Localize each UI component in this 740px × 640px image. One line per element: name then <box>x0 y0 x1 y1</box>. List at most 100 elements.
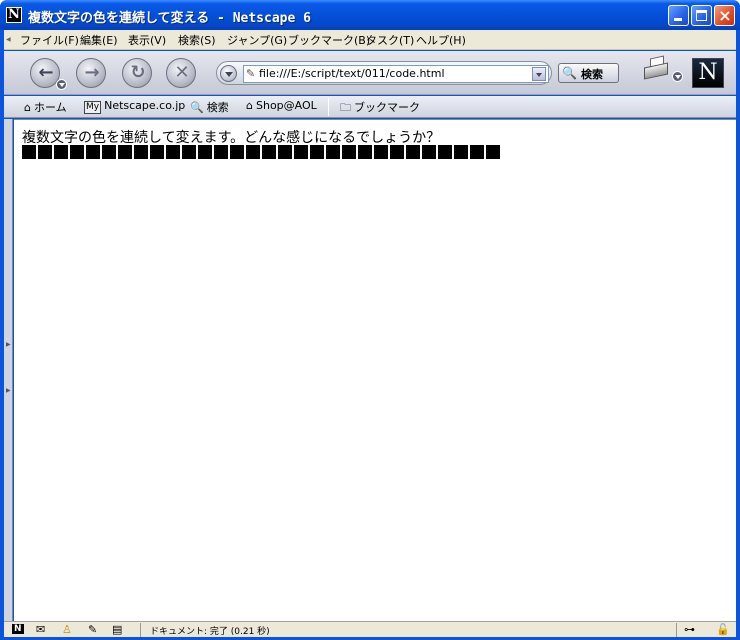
reload-icon: ↻ <box>130 62 146 83</box>
search-button[interactable]: 🔍 検索 <box>558 63 619 83</box>
search-button-label: 検索 <box>581 68 603 81</box>
page-content: 複数文字の色を連続して変えます。どんな感じになるでしょうか？ <box>14 119 736 621</box>
stop-button[interactable]: ✕ <box>166 58 196 88</box>
bookmark-shop[interactable]: ⌂ Shop@AOL <box>246 99 317 112</box>
bookmark-home[interactable]: ⌂ ホーム <box>24 99 67 115</box>
menu-help[interactable]: ヘルプ(H) <box>416 32 466 48</box>
sidebar-arrow-icon: ▶ <box>6 341 11 348</box>
browser-window: N 複数文字の色を連続して変える - Netscape 6 × ファイル(F) … <box>0 0 740 640</box>
color-block <box>262 145 276 159</box>
bookmark-netscape[interactable]: My Netscape.co.jp <box>84 99 185 114</box>
url-bar: ✎ file:///E:/script/text/011/code.html <box>216 61 552 85</box>
color-block <box>294 145 308 159</box>
color-block <box>374 145 388 159</box>
go-dropdown-button[interactable] <box>220 65 237 82</box>
online-status-icon[interactable]: ⊶ <box>684 623 695 636</box>
printer-icon[interactable] <box>642 55 672 83</box>
color-block <box>54 145 68 159</box>
home-icon: ⌂ <box>24 101 31 114</box>
close-button[interactable]: × <box>714 5 735 26</box>
color-block <box>102 145 116 159</box>
shop-icon: ⌂ <box>246 99 253 112</box>
color-block <box>310 145 324 159</box>
minimize-icon <box>674 18 682 21</box>
folder-icon: 🗀 <box>340 101 351 114</box>
print-dropdown[interactable] <box>672 71 683 82</box>
magnifier-icon: 🔍 <box>562 66 577 80</box>
my-netscape-icon: My <box>84 101 102 114</box>
bookmark-search[interactable]: 🔍 検索 <box>190 99 229 115</box>
menu-search[interactable]: 検索(S) <box>178 32 216 48</box>
window-title: 複数文字の色を連続して変える - Netscape 6 <box>28 11 311 26</box>
netscape-logo[interactable]: N <box>692 58 724 88</box>
menu-edit[interactable]: 編集(E) <box>80 32 118 48</box>
color-block <box>326 145 340 159</box>
status-separator <box>676 623 677 637</box>
status-text: ドキュメント: 完了 (0.21 秒) <box>150 627 270 637</box>
stop-icon: ✕ <box>174 62 190 83</box>
toolbar-separator <box>328 98 329 116</box>
menu-file[interactable]: ファイル(F) <box>20 32 79 48</box>
color-block <box>470 145 484 159</box>
bookmark-home-label: ホーム <box>33 101 67 114</box>
color-block <box>134 145 148 159</box>
color-block <box>214 145 228 159</box>
title-bar: N 複数文字の色を連続して変える - Netscape 6 × <box>0 0 740 30</box>
color-block <box>182 145 196 159</box>
url-input[interactable]: ✎ file:///E:/script/text/011/code.html <box>243 65 549 83</box>
color-block <box>358 145 372 159</box>
aim-icon[interactable]: ♙ <box>62 623 72 636</box>
maximize-button[interactable] <box>691 5 712 26</box>
composer-icon[interactable]: ✎ <box>88 623 97 636</box>
magnifier-icon: 🔍 <box>190 101 204 114</box>
status-separator <box>140 623 141 637</box>
color-block <box>198 145 212 159</box>
color-block-row <box>22 145 502 159</box>
color-block <box>166 145 180 159</box>
lock-icon[interactable]: 🔓 <box>716 623 730 636</box>
color-block <box>246 145 260 159</box>
netscape-n-icon[interactable]: N <box>6 7 22 23</box>
mail-icon[interactable]: ✉ <box>36 623 45 636</box>
menu-bookmarks[interactable]: ブックマーク(B) <box>288 32 370 48</box>
color-block <box>486 145 500 159</box>
navigation-toolbar: ← → ↻ ✕ ✎ file:///E:/script/text/011/cod… <box>4 51 736 95</box>
color-block <box>150 145 164 159</box>
menu-view[interactable]: 表示(V) <box>128 32 166 48</box>
color-block <box>38 145 52 159</box>
maximize-icon <box>696 10 707 21</box>
color-block <box>390 145 404 159</box>
sidebar-arrow-icon: ▶ <box>6 387 11 394</box>
url-history-dropdown[interactable] <box>532 67 546 81</box>
color-block <box>342 145 356 159</box>
page-file-icon: ✎ <box>246 67 256 80</box>
color-block <box>22 145 36 159</box>
sidebar-toggle-strip[interactable]: ▶ ▶ <box>4 119 13 621</box>
forward-arrow-icon: → <box>84 62 100 83</box>
color-block <box>422 145 436 159</box>
menu-go[interactable]: ジャンプ(G) <box>227 32 287 48</box>
color-block <box>406 145 420 159</box>
page-text: 複数文字の色を連続して変えます。どんな感じになるでしょうか？ <box>22 130 441 146</box>
bookmark-netscape-label: Netscape.co.jp <box>104 99 186 112</box>
url-text[interactable]: file:///E:/script/text/011/code.html <box>259 67 445 80</box>
color-block <box>230 145 244 159</box>
color-block <box>278 145 292 159</box>
back-history-dropdown[interactable] <box>56 79 67 90</box>
bookmarks-menu[interactable]: 🗀 ブックマーク <box>340 99 420 118</box>
bookmark-shop-label: Shop@AOL <box>255 99 317 112</box>
close-icon: × <box>718 6 732 25</box>
status-bar: N ✉ ♙ ✎ ▤ ドキュメント: 完了 (0.21 秒) ⊶ 🔓 <box>4 621 736 637</box>
reload-button[interactable]: ↻ <box>122 58 152 88</box>
color-block <box>70 145 84 159</box>
minimize-button[interactable] <box>668 5 689 26</box>
address-book-icon[interactable]: ▤ <box>112 623 122 636</box>
menubar-grip-icon[interactable] <box>6 34 12 46</box>
forward-button[interactable]: → <box>76 58 106 88</box>
color-block <box>118 145 132 159</box>
color-block <box>438 145 452 159</box>
netscape-n-icon[interactable]: N <box>12 624 24 634</box>
menu-tasks[interactable]: タスク(T) <box>366 32 414 48</box>
bookmarks-menu-label: ブックマーク <box>354 101 420 114</box>
color-block <box>454 145 468 159</box>
